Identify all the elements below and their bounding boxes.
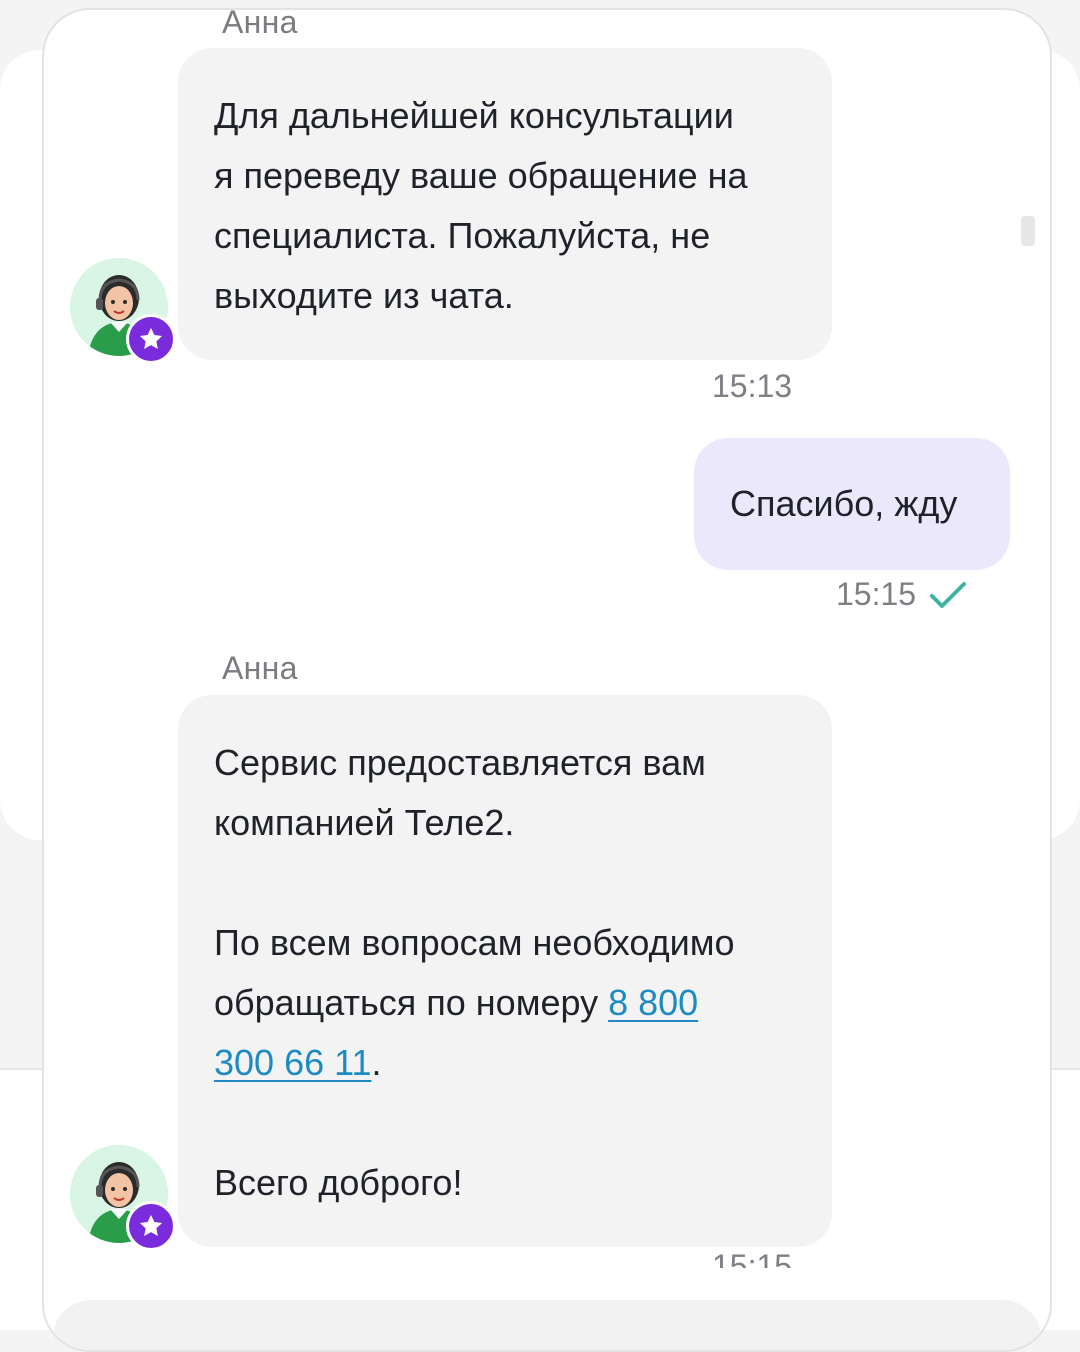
message-bubble-incoming[interactable]: Сервис предоставляется вам компанией Тел… (178, 695, 832, 1247)
sender-name: Анна (222, 8, 298, 40)
operator-avatar (70, 1145, 176, 1251)
chat-panel[interactable]: Анна Для дальнейшей консультации я перев… (42, 8, 1052, 1352)
message-input-bar[interactable] (52, 1300, 1042, 1350)
message-time: 15:15 (712, 1254, 792, 1268)
message-bubble-outgoing[interactable]: Спасибо, жду (694, 438, 1010, 570)
message-bubble-incoming[interactable]: Для дальнейшей консультации я переведу в… (178, 48, 832, 360)
message-time-clip: 15:15 (712, 1254, 792, 1268)
message-text-part: Сервис предоставляется вам компанией Тел… (214, 742, 735, 1023)
message-time: 15:13 (712, 368, 793, 404)
message-text: Для дальнейшей консультации я переведу в… (214, 95, 748, 316)
message-text: Сервис предоставляется вам компанией Тел… (214, 733, 796, 1213)
star-badge-icon (126, 1201, 176, 1251)
scrollbar[interactable] (1021, 216, 1035, 246)
message-text: Спасибо, жду (730, 483, 958, 524)
message-time: 15:15 (836, 576, 917, 612)
star-badge-icon (126, 314, 176, 364)
sender-name: Анна (222, 650, 298, 686)
operator-avatar (70, 258, 176, 364)
check-icon (930, 582, 966, 608)
